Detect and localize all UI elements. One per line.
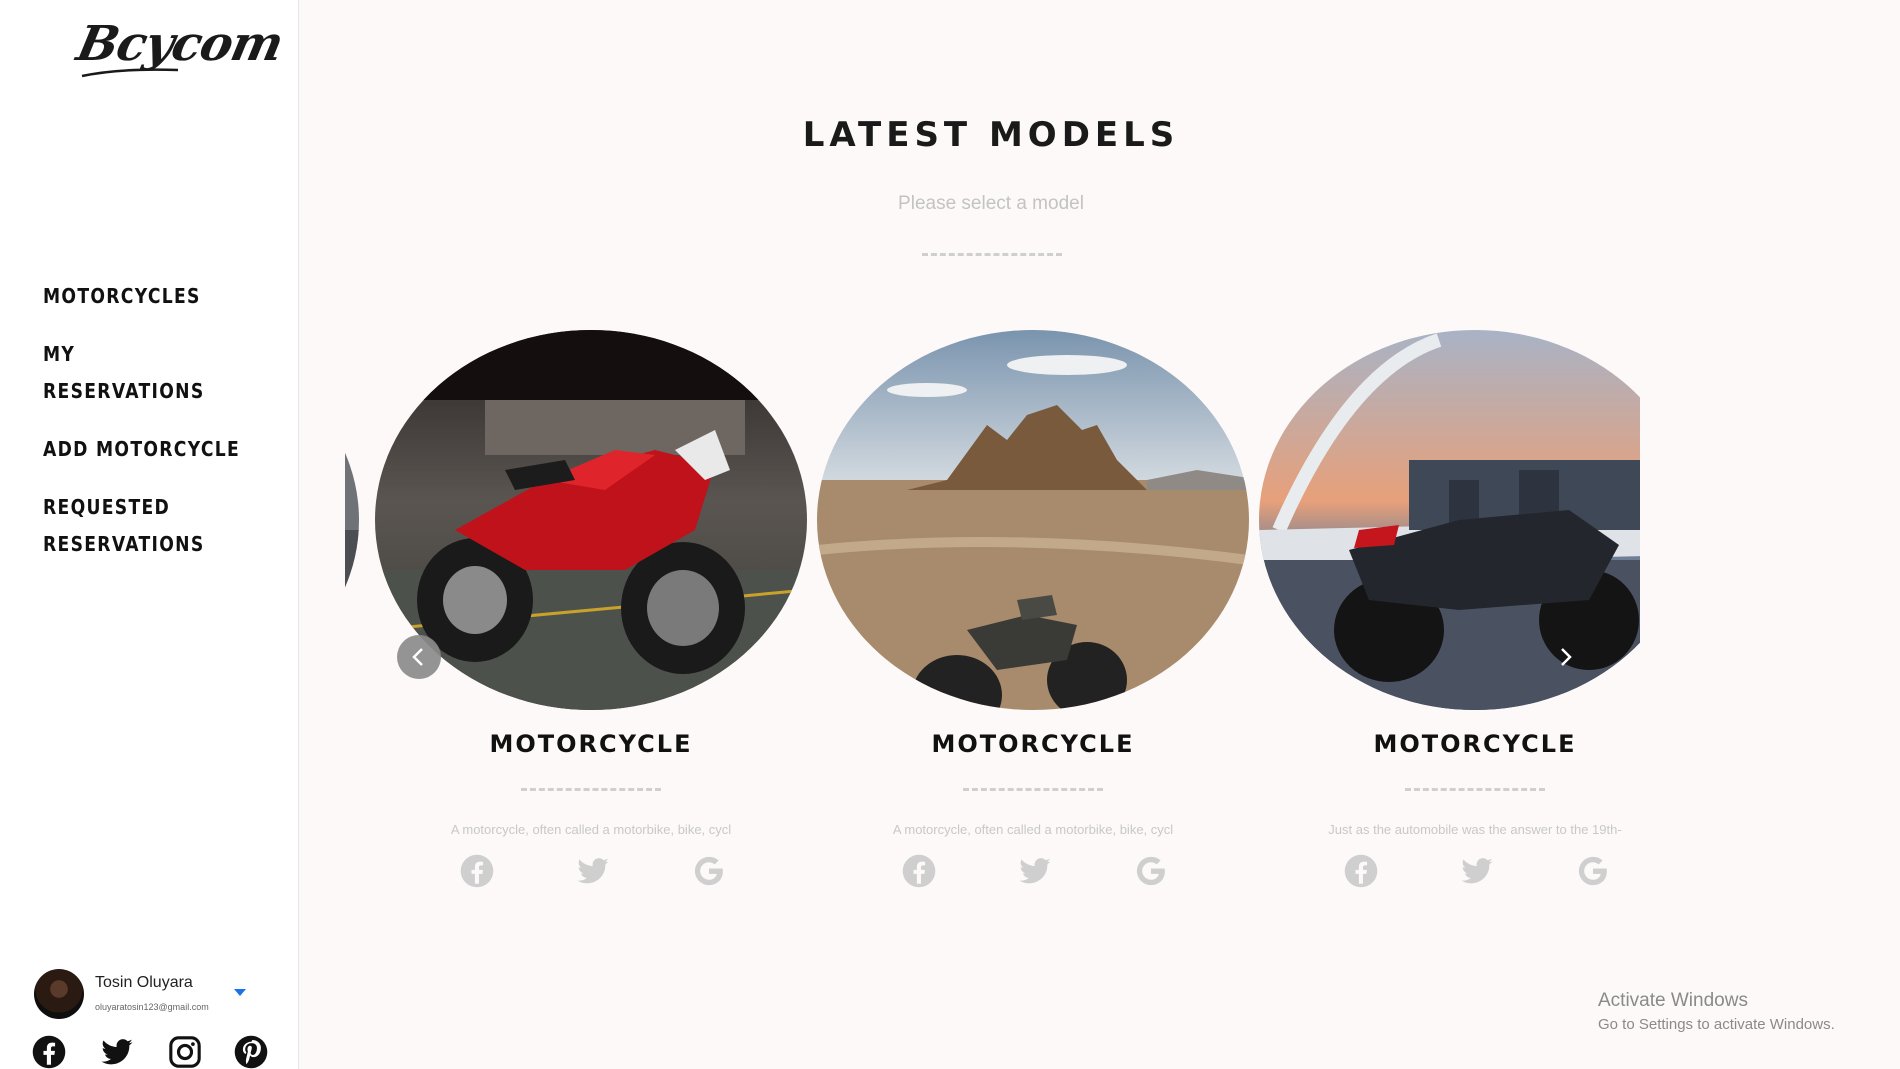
model-card[interactable]: MOTORCYCLE A motorcycle, often called a … <box>375 330 807 900</box>
chevron-right-icon <box>1561 648 1572 666</box>
nav-item-add-motorcycle[interactable]: ADD MOTORCYCLE <box>43 431 241 468</box>
facebook-icon[interactable] <box>1344 854 1378 888</box>
pinterest-icon[interactable] <box>234 1035 268 1069</box>
facebook-icon[interactable] <box>902 854 936 888</box>
user-name: Tosin Oluyara <box>95 974 193 991</box>
model-card[interactable]: MOTORCYCLE Just as the automobile was th… <box>1259 330 1640 900</box>
google-icon[interactable] <box>1134 854 1168 888</box>
card-divider <box>1405 788 1545 791</box>
models-carousel[interactable]: MOTORCYCLE A motorcycle, often called a … <box>345 330 1640 900</box>
twitter-icon[interactable] <box>100 1035 134 1069</box>
title-divider <box>922 253 1062 256</box>
carousel-prev-button[interactable] <box>397 635 441 679</box>
card-description: A motorcycle, often called a motorbike, … <box>450 822 732 837</box>
brand-logo[interactable]: Bcycom <box>72 16 288 72</box>
nav-item-motorcycles[interactable]: MOTORCYCLES <box>43 278 241 315</box>
nav-item-my-reservations[interactable]: MY RESERVATIONS <box>43 336 241 410</box>
card-social-links <box>1259 854 1640 890</box>
user-profile[interactable]: Tosin Oluyara oluyaratosin123@gmail.com <box>34 969 264 1021</box>
card-title: MOTORCYCLE <box>489 730 693 758</box>
chevron-left-icon <box>412 648 423 666</box>
instagram-icon[interactable] <box>168 1035 202 1069</box>
logo-underline <box>81 68 179 78</box>
card-divider <box>521 788 661 791</box>
previous-card-image <box>345 330 359 710</box>
user-email: oluyaratosin123@gmail.com <box>95 1002 209 1012</box>
card-divider <box>963 788 1103 791</box>
carousel-next-button[interactable] <box>1543 635 1587 679</box>
card-title: MOTORCYCLE <box>1373 730 1577 758</box>
page-subtitle: Please select a model <box>898 193 1084 214</box>
brand-logo-text: Bcycom <box>72 16 288 72</box>
card-description: Just as the automobile was the answer to… <box>1328 822 1622 837</box>
twitter-icon[interactable] <box>576 854 610 888</box>
watermark-subtitle: Go to Settings to activate Windows. <box>1598 1016 1835 1033</box>
google-icon[interactable] <box>1576 854 1610 888</box>
main-nav: MOTORCYCLES MY RESERVATIONS ADD MOTORCYC… <box>43 278 273 584</box>
watermark-title: Activate Windows <box>1598 990 1748 1011</box>
facebook-icon[interactable] <box>32 1035 66 1069</box>
card-image[interactable] <box>817 330 1249 710</box>
sidebar-socials <box>32 1035 272 1069</box>
nav-item-requested-reservations[interactable]: REQUESTED RESERVATIONS <box>43 489 203 563</box>
desert-motorcycle-image <box>817 330 1249 710</box>
card-social-links <box>817 854 1249 890</box>
model-card[interactable]: MOTORCYCLE A motorcycle, often called a … <box>817 330 1249 900</box>
twitter-icon[interactable] <box>1460 854 1494 888</box>
main-content: LATEST MODELS Please select a model MOTO… <box>300 0 1900 1069</box>
card-social-links <box>375 854 807 890</box>
card-title: MOTORCYCLE <box>931 730 1135 758</box>
page-title: LATEST MODELS <box>802 115 1180 155</box>
google-icon[interactable] <box>692 854 726 888</box>
chevron-down-icon[interactable] <box>234 989 246 996</box>
avatar <box>34 969 84 1019</box>
twitter-icon[interactable] <box>1018 854 1052 888</box>
windows-activation-watermark: Activate Windows Go to Settings to activ… <box>1598 990 1835 1033</box>
card-description: A motorcycle, often called a motorbike, … <box>892 822 1174 837</box>
facebook-icon[interactable] <box>460 854 494 888</box>
sidebar: Bcycom MOTORCYCLES MY RESERVATIONS ADD M… <box>0 0 299 1069</box>
